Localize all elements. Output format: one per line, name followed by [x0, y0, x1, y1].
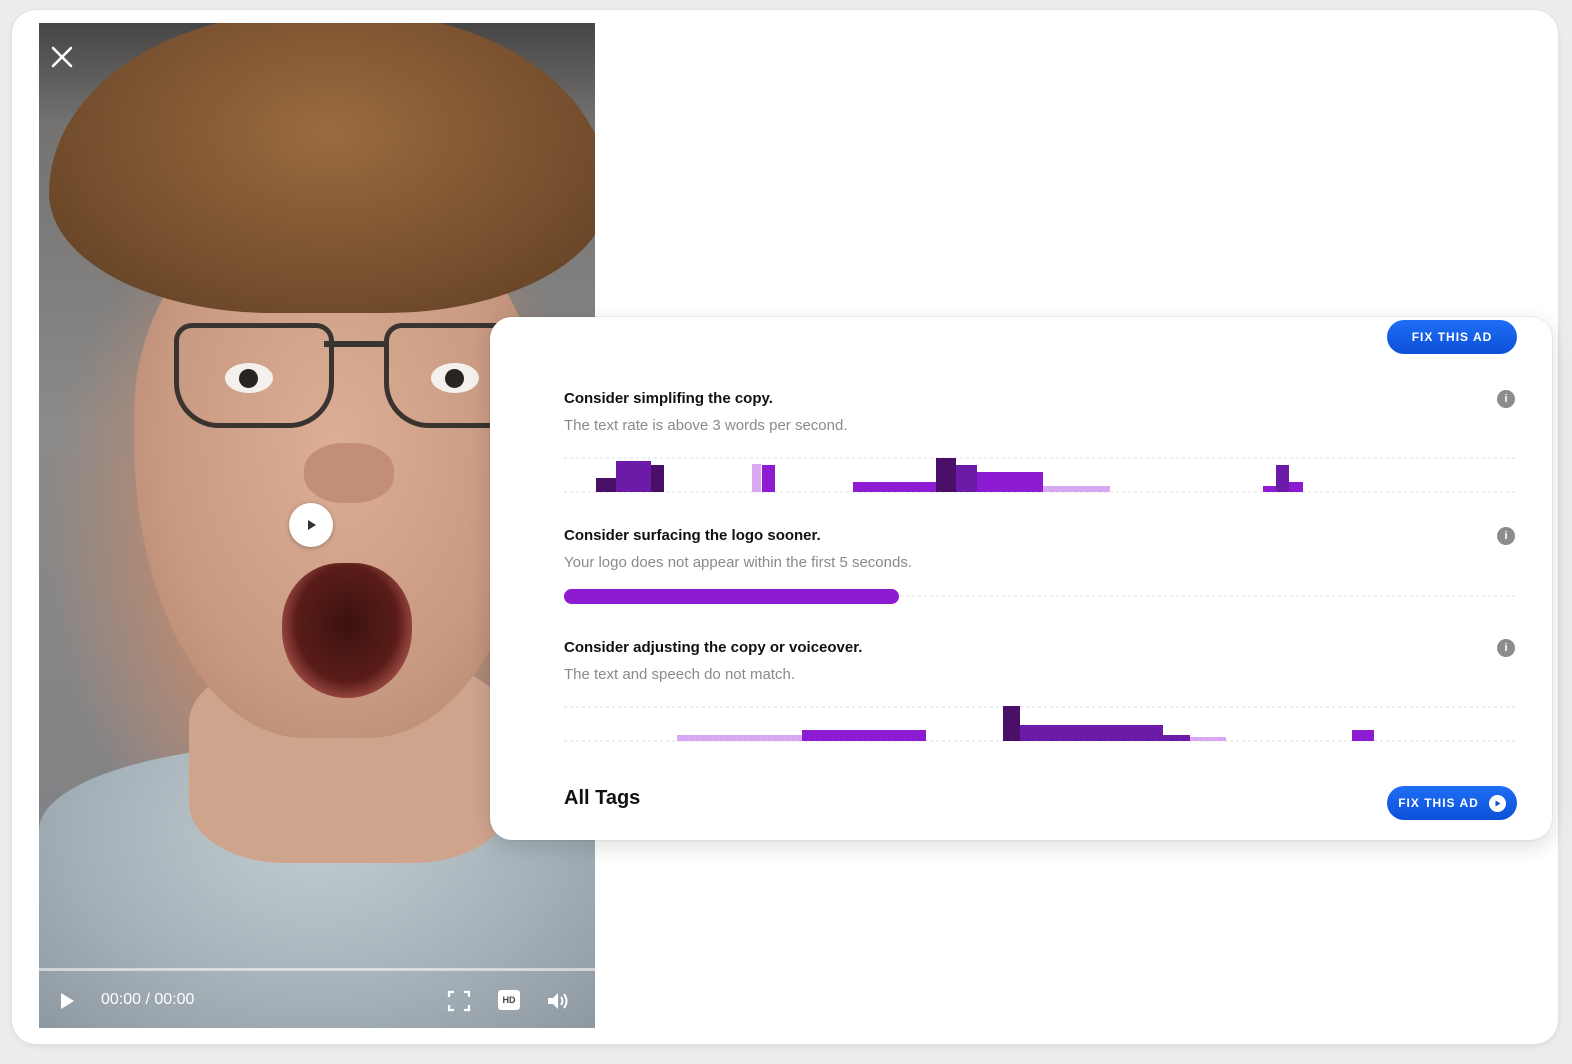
timeline-bar [616, 461, 651, 492]
video-frame-mouth [282, 563, 412, 698]
center-play-button[interactable] [289, 503, 333, 547]
time-display: 00:00 / 00:00 [101, 991, 195, 1008]
timeline-bar [802, 730, 926, 741]
video-frame-glasses-bridge [324, 341, 386, 347]
timeline-bar [1003, 706, 1020, 741]
fix-this-ad-label: FIX THIS AD [1398, 796, 1479, 810]
close-icon[interactable] [48, 43, 76, 71]
play-button[interactable] [57, 990, 77, 1012]
timeline-bar [762, 465, 775, 492]
section-description: The text rate is above 3 words per secon… [564, 417, 848, 434]
timeline-bar [1276, 465, 1289, 492]
timeline-bar [956, 465, 977, 492]
play-icon [308, 520, 316, 530]
hd-toggle[interactable]: HD [498, 990, 520, 1010]
timeline-bar [1352, 730, 1374, 741]
player-controls: 00:00 / 00:00 HD [39, 981, 595, 1021]
copy-voiceover-timeline [564, 706, 1516, 742]
info-icon[interactable]: i [1497, 639, 1515, 657]
all-tags-heading: All Tags [564, 787, 641, 809]
fullscreen-icon [447, 990, 471, 1012]
progress-bar[interactable] [39, 968, 595, 971]
fix-this-ad-button[interactable]: FIX THIS AD [1387, 320, 1517, 354]
timeline-bar [1289, 482, 1303, 492]
timeline-bar [1263, 486, 1276, 492]
timeline-bar [1190, 737, 1226, 741]
timeline-bar [1020, 725, 1163, 741]
section-title: Consider adjusting the copy or voiceover… [564, 639, 863, 656]
fix-this-ad-button[interactable]: FIX THIS AD [1387, 786, 1517, 820]
section-title: Consider simplifing the copy. [564, 390, 773, 407]
analysis-panel: FIX THIS AD Consider simplifing the copy… [490, 317, 1552, 840]
timeline-bar [596, 478, 616, 492]
video-frame-glasses [174, 323, 334, 428]
fullscreen-button[interactable] [446, 989, 472, 1013]
logo-timeline [564, 589, 1516, 604]
copy-rate-timeline [564, 457, 1516, 493]
info-icon[interactable]: i [1497, 527, 1515, 545]
volume-button[interactable] [545, 988, 571, 1014]
timeline-bar [752, 464, 761, 492]
section-description: Your logo does not appear within the fir… [564, 554, 913, 571]
video-frame-nose [304, 443, 394, 503]
timeline-bar [853, 482, 936, 492]
timeline-bar [651, 465, 664, 492]
timeline-bar [936, 458, 956, 492]
section-title: Consider surfacing the logo sooner. [564, 527, 821, 544]
info-icon[interactable]: i [1497, 390, 1515, 408]
section-description: The text and speech do not match. [564, 666, 795, 683]
play-icon [61, 993, 74, 1009]
play-circle-icon [1488, 794, 1506, 812]
timeline-bar [977, 472, 1043, 492]
fix-this-ad-label: FIX THIS AD [1411, 330, 1493, 344]
timeline-bar [1043, 486, 1110, 492]
video-frame-hair [49, 23, 595, 313]
timeline-bar [564, 589, 899, 604]
timeline-bar [677, 735, 802, 741]
timeline-bar [1163, 735, 1190, 741]
volume-icon [548, 993, 568, 1009]
